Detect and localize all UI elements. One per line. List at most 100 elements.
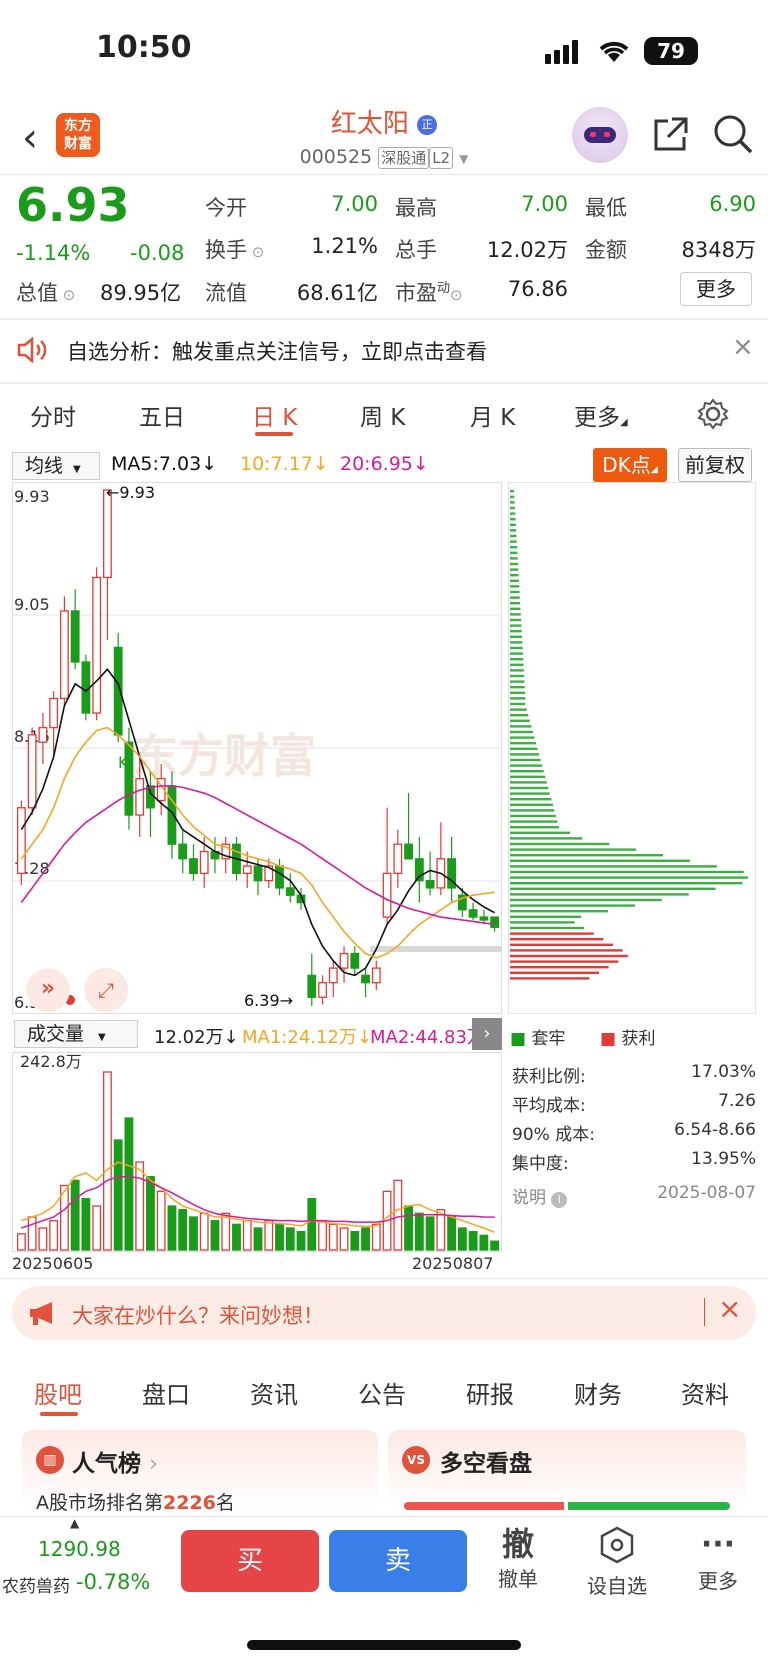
chip-bar-trapped [510,820,558,823]
search-icon[interactable] [712,113,754,155]
chip-bar-trapped [510,562,518,566]
cancel-order-button[interactable]: 撤 撤单 [478,1525,558,1592]
chip-bar-profit [510,966,609,969]
battery-icon: 79 [644,37,698,65]
dropdown-icon: ▼ [459,152,469,166]
ma20-value: 20:6.95↓ [340,453,429,475]
collapse-panel-icon[interactable]: › [472,1018,502,1050]
turnover-label[interactable]: 换手 ⊙ [205,234,264,264]
candle-body [135,777,145,816]
chip-bar-trapped [510,506,515,510]
volume-bar [178,1209,188,1251]
close-icon[interactable]: × [732,332,754,362]
candle-body [350,952,360,969]
chip-concentration: 集中度: 13.95% [512,1149,756,1174]
popularity-rank: A股市场排名第2226名 [36,1492,235,1514]
volume-bar [146,1176,155,1251]
amount-label: 金额 [585,238,627,262]
tab-intraday[interactable]: 分时 [30,398,76,432]
bull-bear-card[interactable]: VS 多空看盘 [388,1430,746,1510]
tab-finance[interactable]: 财务 [574,1375,622,1410]
notice-bar[interactable]: 自选分析：触发重点关注信号，立即点击查看 × [0,320,768,380]
chip-bar-trapped [510,848,637,851]
tab-underline [255,432,293,436]
volume-label: 总手 [395,238,437,262]
assistant-avatar[interactable] [572,107,628,163]
chip-bar-trapped [510,882,743,885]
tab-news[interactable]: 资讯 [250,1375,298,1410]
volume-bar [307,1198,317,1251]
low-value: 6.90 [709,192,756,216]
high-value: 7.00 [521,192,568,216]
tab-profile[interactable]: 资料 [681,1375,729,1410]
chip-bar-trapped [510,686,525,689]
chip-bar-trapped [510,798,552,801]
chip-bar-trapped [510,915,582,918]
quote-more-button[interactable]: 更多 [680,272,752,306]
volume-bar [479,1234,489,1251]
share-icon[interactable] [650,115,690,155]
tab-five-day[interactable]: 五日 [139,398,185,432]
fullscreen-icon[interactable]: ⤢ [84,968,128,1012]
index-value[interactable]: 1290.98 [38,1537,121,1561]
price-tick: 9.93 [14,487,50,506]
tab-daily-k[interactable]: 日 K [252,398,297,432]
battery-level: 79 [657,39,685,63]
chip-bar-trapped [510,652,523,655]
indicator-select[interactable]: 均线 ▼ [12,452,100,480]
candle-body [468,909,478,918]
volume-indicator-select[interactable]: 成交量 ▼ [14,1020,138,1048]
chip-bar-trapped [510,663,524,666]
dk-point-button[interactable]: DK点◢ [593,448,667,482]
tab-weekly-k[interactable]: 周 K [360,398,405,432]
tab-orderbook[interactable]: 盘口 [142,1375,190,1410]
chip-bar-trapped [510,758,541,762]
stock-code: 000525 [299,146,373,168]
pe-label[interactable]: 市盈动⊙ [395,277,463,307]
candlestick-chart[interactable]: 东方财富 9.93 9.05 8.16 7.28 6.39 ←9.93 6.39… [12,482,502,1014]
low-annotation: 6.39→ [244,991,293,1010]
level-tag: L2 [429,147,454,169]
candle-body [81,661,91,714]
tab-forum[interactable]: 股吧 [34,1375,82,1410]
tab-monthly-k[interactable]: 月 K [470,398,515,432]
candle-body [490,916,500,928]
chip-bar-trapped [510,540,517,543]
tab-research[interactable]: 研报 [466,1375,514,1410]
sell-button[interactable]: 卖 [329,1530,467,1592]
popularity-title: 人气榜 › [72,1451,159,1477]
candle-body [275,865,284,889]
more-actions-button[interactable]: ··· 更多 [678,1525,758,1594]
chip-bar-trapped [510,602,521,605]
tab-more[interactable]: 更多◢ [574,398,628,432]
settings-icon[interactable] [697,398,729,430]
chip-bar-trapped [510,658,524,661]
volume-bar [199,1212,209,1251]
expand-left-icon[interactable]: » [26,968,70,1012]
candle-body [328,967,338,984]
volume-bar [232,1223,241,1251]
adjust-button[interactable]: 前复权 [678,448,752,482]
float-value: 68.61亿 [296,281,378,305]
mktcap-label[interactable]: 总值 ⊙ [16,277,75,307]
volume-max-label: 242.8万 [20,1052,82,1071]
chip-note[interactable]: 说明 i 2025-08-07 [512,1183,756,1208]
chip-bar-profit [510,977,590,980]
amount-value: 8348万 [681,238,756,262]
tab-announcements[interactable]: 公告 [358,1375,406,1410]
volume-bar [210,1220,220,1251]
candle-body [38,726,48,743]
chip-bar-trapped [510,842,610,846]
candle-body [361,974,370,984]
banner-close-icon[interactable]: × [718,1292,741,1325]
volume-bar [27,1216,37,1251]
buy-button[interactable]: 买 [181,1530,319,1592]
popularity-card[interactable]: ▥ 人气榜 › A股市场排名第2226名 [22,1430,378,1514]
divider [0,174,768,175]
volume-bar [393,1179,403,1251]
cancel-icon: 撤 [501,1525,534,1563]
add-watch-button[interactable]: 设自选 [577,1525,657,1599]
banner-text: 大家在炒什么？来问妙想！ [72,1304,324,1328]
index-name[interactable]: 农药兽药 [2,1572,70,1597]
ai-banner[interactable]: 大家在炒什么？来问妙想！ × [12,1286,756,1340]
